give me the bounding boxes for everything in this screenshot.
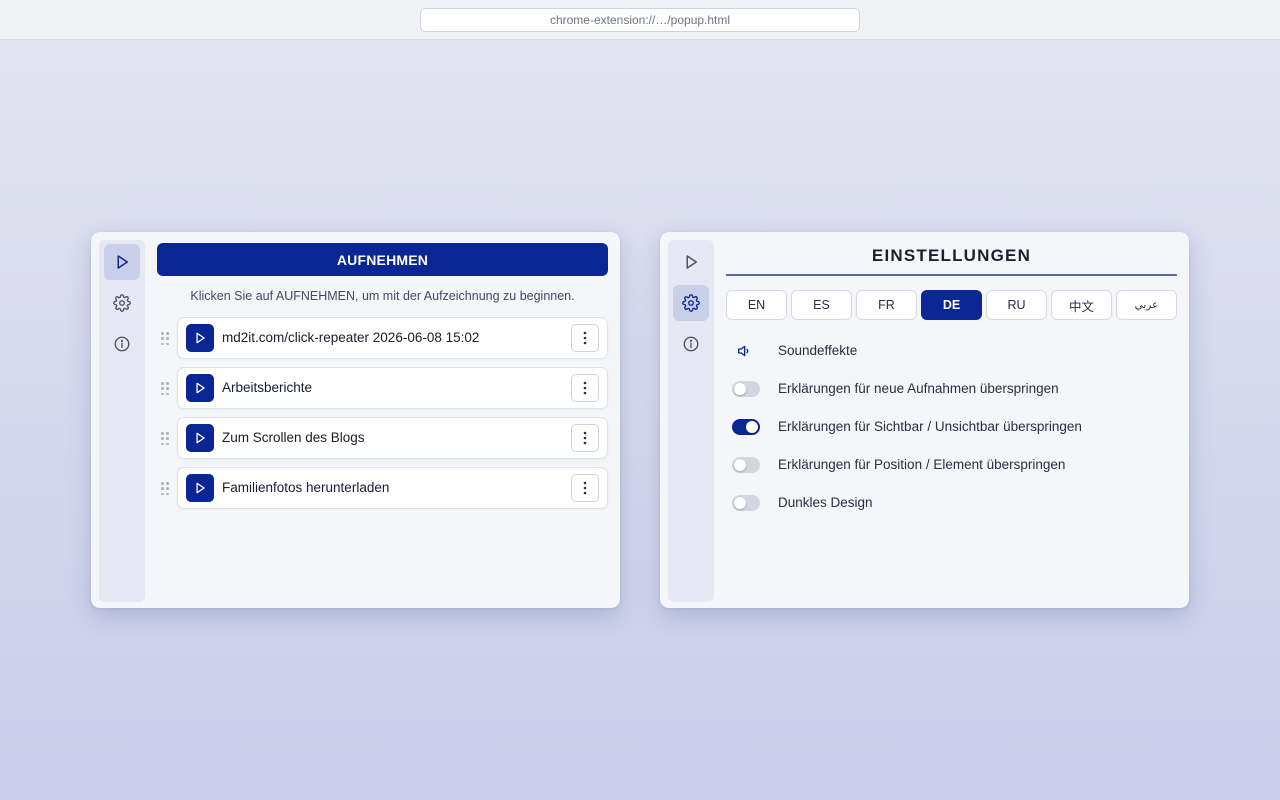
lang-fr-button[interactable]: FR	[856, 290, 917, 320]
browser-toolbar: chrome-extension://…/popup.html	[0, 0, 1280, 40]
language-selector: EN ES FR DE RU 中文 عربي	[726, 290, 1177, 321]
more-options-button[interactable]	[571, 324, 599, 352]
setting-skip-visibility-hints: Erklärungen für Sichtbar / Unsichtbar üb…	[732, 416, 1172, 438]
drag-handle-icon[interactable]	[161, 482, 169, 496]
play-icon	[196, 332, 205, 344]
side-nav	[668, 240, 714, 602]
more-vertical-icon	[583, 481, 587, 495]
gear-icon	[113, 294, 131, 312]
settings-popup: EINSTELLUNGEN EN ES FR DE RU 中文 عربي Sou…	[660, 232, 1189, 608]
lang-ru-button[interactable]: RU	[986, 290, 1047, 320]
setting-label: Erklärungen für Position / Element übers…	[778, 457, 1066, 472]
toggle-switch[interactable]	[732, 457, 760, 473]
setting-dark-design: Dunkles Design	[732, 492, 1172, 514]
setting-skip-new-recording-hints: Erklärungen für neue Aufnahmen übersprin…	[732, 378, 1172, 400]
lang-es-button[interactable]: ES	[791, 290, 852, 320]
setting-label: Erklärungen für Sichtbar / Unsichtbar üb…	[778, 419, 1082, 434]
gear-icon	[682, 294, 700, 312]
nav-settings-tab[interactable]	[104, 285, 140, 321]
play-recording-button[interactable]	[186, 324, 214, 352]
lang-ar-button[interactable]: عربي	[1116, 290, 1177, 320]
nav-record-tab[interactable]	[104, 244, 140, 280]
address-bar[interactable]: chrome-extension://…/popup.html	[420, 8, 860, 32]
more-vertical-icon	[583, 431, 587, 445]
setting-skip-position-hints: Erklärungen für Position / Element übers…	[732, 454, 1172, 476]
play-recording-button[interactable]	[186, 474, 214, 502]
info-icon	[683, 336, 699, 352]
toggle-switch[interactable]	[732, 495, 760, 511]
nav-info-tab[interactable]	[673, 326, 709, 362]
recording-item[interactable]: Familienfotos herunterladen	[161, 467, 608, 509]
speaker-icon[interactable]	[736, 343, 752, 359]
setting-label: Soundeffekte	[778, 343, 858, 358]
recording-item[interactable]: Zum Scrollen des Blogs	[161, 417, 608, 459]
play-icon	[196, 482, 205, 494]
more-options-button[interactable]	[571, 374, 599, 402]
settings-title: EINSTELLUNGEN	[871, 246, 1032, 265]
more-options-button[interactable]	[571, 424, 599, 452]
more-vertical-icon	[583, 331, 587, 345]
recording-name: Arbeitsberichte	[222, 380, 313, 395]
toggle-switch[interactable]	[732, 419, 760, 435]
drag-handle-icon[interactable]	[161, 382, 169, 396]
play-recording-button[interactable]	[186, 424, 214, 452]
play-recording-button[interactable]	[186, 374, 214, 402]
info-icon	[114, 336, 130, 352]
play-icon	[196, 382, 205, 394]
title-divider	[726, 274, 1177, 276]
play-icon	[196, 432, 205, 444]
nav-record-tab[interactable]	[673, 244, 709, 280]
lang-zh-button[interactable]: 中文	[1051, 290, 1112, 320]
nav-settings-tab[interactable]	[673, 285, 709, 321]
setting-label: Dunkles Design	[778, 495, 873, 510]
recording-item[interactable]: Arbeitsberichte	[161, 367, 608, 409]
record-hint: Klicken Sie auf AUFNEHMEN, um mit der Au…	[190, 289, 575, 303]
recording-name: Familienfotos herunterladen	[222, 480, 390, 495]
recordings-popup: AUFNEHMEN Klicken Sie auf AUFNEHMEN, um …	[91, 232, 620, 608]
lang-de-button[interactable]: DE	[921, 290, 982, 320]
nav-info-tab[interactable]	[104, 326, 140, 362]
recording-item[interactable]: md2it.com/click-repeater 2026-06-08 15:0…	[161, 317, 608, 359]
drag-handle-icon[interactable]	[161, 332, 169, 346]
setting-sound-effects[interactable]: Soundeffekte	[732, 340, 1172, 362]
side-nav	[99, 240, 145, 602]
drag-handle-icon[interactable]	[161, 432, 169, 446]
toggle-switch[interactable]	[732, 381, 760, 397]
recording-name: Zum Scrollen des Blogs	[222, 430, 365, 445]
setting-label: Erklärungen für neue Aufnahmen übersprin…	[778, 381, 1059, 396]
lang-en-button[interactable]: EN	[726, 290, 787, 320]
record-button[interactable]: AUFNEHMEN	[157, 243, 608, 276]
recording-name: md2it.com/click-repeater 2026-06-08 15:0…	[222, 330, 480, 345]
play-icon	[686, 255, 697, 269]
more-options-button[interactable]	[571, 474, 599, 502]
more-vertical-icon	[583, 381, 587, 395]
play-icon	[117, 255, 128, 269]
